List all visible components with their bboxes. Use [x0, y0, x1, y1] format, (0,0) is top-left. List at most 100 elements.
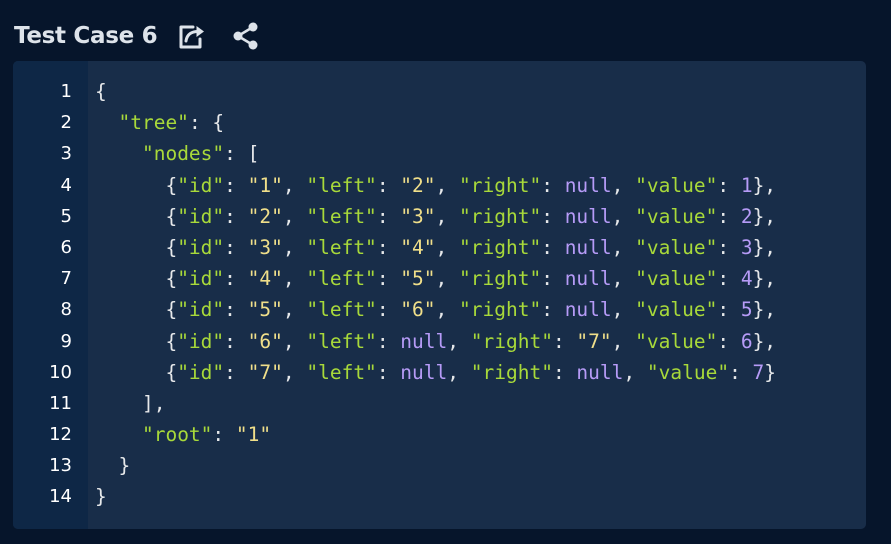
- code-token: },: [752, 204, 777, 228]
- code-token: null: [576, 360, 624, 384]
- code-token: "value": [635, 329, 718, 353]
- code-token: "root": [141, 423, 213, 447]
- code-token: "id": [177, 298, 225, 322]
- code-token: },: [752, 298, 777, 322]
- code-line[interactable]: 2 "tree": {: [13, 107, 866, 138]
- code-token: :: [224, 360, 248, 384]
- code-text: {"id": "5", "left": "6", "right": null, …: [95, 294, 776, 325]
- code-token: ,: [435, 235, 460, 259]
- code-token: "value": [635, 298, 718, 322]
- code-token: ,: [611, 267, 636, 291]
- code-token: {: [95, 235, 178, 259]
- line-number: 4: [60, 174, 72, 196]
- code-token: null: [400, 360, 448, 384]
- code-token: :: [552, 360, 577, 384]
- code-token: ,: [447, 329, 471, 353]
- code-token: "6": [247, 329, 283, 353]
- code-token: :: [376, 360, 401, 384]
- code-line[interactable]: 8 {"id": "5", "left": "6", "right": null…: [13, 294, 866, 325]
- code-token: : {: [188, 111, 225, 135]
- network-share-button[interactable]: [229, 19, 263, 53]
- code-token: "6": [400, 298, 436, 322]
- code-token: ,: [447, 360, 471, 384]
- code-token: "id": [177, 360, 225, 384]
- code-editor[interactable]: 1{2 "tree": {3 "nodes": [4 {"id": "1", "…: [13, 61, 866, 529]
- code-line[interactable]: 13 }: [13, 450, 866, 481]
- code-line[interactable]: 1{: [13, 76, 866, 107]
- code-token: {: [95, 329, 178, 353]
- code-token: "7": [247, 360, 283, 384]
- code-line[interactable]: 9 {"id": "6", "left": null, "right": "7"…: [13, 326, 866, 357]
- code-token: 1: [740, 173, 753, 197]
- line-number: 14: [49, 486, 72, 508]
- code-line[interactable]: 11 ],: [13, 388, 866, 419]
- network-share-icon: [233, 22, 258, 50]
- code-token: ,: [435, 173, 460, 197]
- code-token: :: [224, 267, 248, 291]
- code-token: "5": [247, 298, 283, 322]
- code-token: :: [552, 329, 577, 353]
- code-token: : [: [224, 142, 260, 166]
- code-token: "left": [306, 235, 377, 259]
- line-number: 6: [60, 236, 72, 258]
- code-line[interactable]: 4 {"id": "1", "left": "2", "right": null…: [13, 170, 866, 201]
- code-line[interactable]: 7 {"id": "4", "left": "5", "right": null…: [13, 263, 866, 294]
- code-token: 7: [752, 360, 765, 384]
- code-token: }: [764, 360, 777, 384]
- code-line[interactable]: 5 {"id": "2", "left": "3", "right": null…: [13, 201, 866, 232]
- code-line[interactable]: 6 {"id": "3", "left": "4", "right": null…: [13, 232, 866, 263]
- code-token: :: [717, 204, 741, 228]
- line-number: 5: [60, 205, 72, 227]
- share-button[interactable]: [175, 19, 209, 53]
- code-token: 2: [740, 204, 753, 228]
- code-token: null: [564, 204, 612, 228]
- line-number: 8: [60, 299, 72, 321]
- code-token: ,: [611, 235, 636, 259]
- code-token: "left": [306, 267, 377, 291]
- code-token: :: [717, 267, 741, 291]
- code-text: {"id": "6", "left": null, "right": "7", …: [95, 326, 776, 357]
- code-text: {"id": "7", "left": null, "right": null,…: [95, 357, 776, 388]
- code-token: ,: [611, 298, 636, 322]
- code-token: :: [717, 235, 741, 259]
- code-token: ,: [282, 173, 307, 197]
- code-token: :: [729, 360, 753, 384]
- code-token: :: [224, 204, 248, 228]
- code-token: }: [95, 454, 131, 478]
- code-token: "id": [177, 235, 225, 259]
- code-token: ,: [282, 267, 307, 291]
- code-token: ,: [435, 204, 460, 228]
- code-token: "1": [235, 423, 272, 447]
- code-token: :: [717, 329, 741, 353]
- line-number: 11: [49, 392, 72, 414]
- code-text: "tree": {: [95, 107, 224, 138]
- code-token: :: [224, 235, 248, 259]
- code-token: {: [95, 80, 107, 103]
- code-token: "left": [306, 298, 377, 322]
- code-token: "tree": [118, 111, 189, 135]
- code-token: {: [95, 360, 178, 384]
- code-line[interactable]: 12 "root": "1": [13, 419, 866, 450]
- code-token: "1": [247, 173, 283, 197]
- code-token: ,: [282, 235, 307, 259]
- code-token: "right": [459, 204, 542, 228]
- code-line[interactable]: 14}: [13, 481, 866, 512]
- code-token: :: [541, 267, 565, 291]
- code-line[interactable]: 10 {"id": "7", "left": null, "right": nu…: [13, 357, 866, 388]
- code-token: null: [564, 267, 612, 291]
- code-token: ],: [95, 391, 166, 415]
- code-token: "2": [400, 173, 436, 197]
- code-line[interactable]: 3 "nodes": [: [13, 138, 866, 169]
- page-title: Test Case 6: [14, 23, 158, 49]
- code-token: :: [541, 235, 565, 259]
- code-token: null: [400, 329, 448, 353]
- code-token: }: [95, 485, 107, 509]
- code-token: "5": [400, 267, 436, 291]
- code-token: "4": [247, 267, 283, 291]
- code-token: ,: [435, 267, 460, 291]
- code-token: ,: [282, 329, 307, 353]
- code-token: "nodes": [141, 142, 225, 166]
- code-token: :: [376, 298, 401, 322]
